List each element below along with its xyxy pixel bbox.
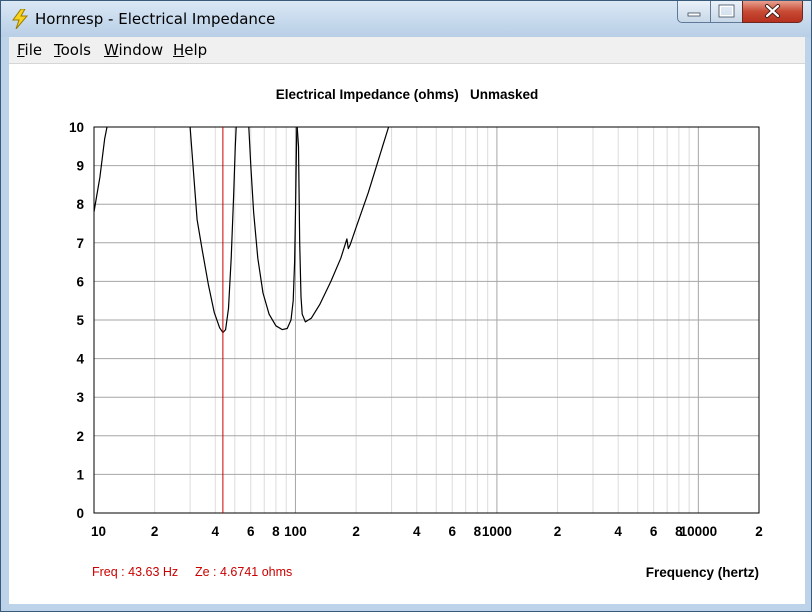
menu-bar: File Tools Window Help xyxy=(9,37,805,64)
x-axis-label: Frequency (hertz) xyxy=(646,565,759,580)
freq-readout: Freq : 43.63 Hz xyxy=(92,565,178,579)
x-tick-label: 6 xyxy=(247,524,255,539)
title-bar[interactable]: Hornresp - Electrical Impedance xyxy=(1,1,811,37)
y-tick-label: 8 xyxy=(76,197,84,212)
y-tick-label: 4 xyxy=(76,352,84,367)
x-tick-label: 6 xyxy=(448,524,456,539)
impedance-curve-segment xyxy=(248,126,298,331)
x-tick-label: 8 xyxy=(272,524,280,539)
y-tick-label: 3 xyxy=(76,390,84,405)
chart-client-area: Electrical Impedance (ohms) Unmasked 0 1 2… xyxy=(9,64,805,604)
menu-help[interactable]: Help xyxy=(173,41,207,59)
x-tick-label: 2 xyxy=(151,524,159,539)
impedance-curve-segment xyxy=(189,126,237,334)
x-tick-label: 2 xyxy=(554,524,562,539)
x-tick-label: 4 xyxy=(614,524,622,539)
maximize-icon xyxy=(718,4,735,18)
x-tick-label: 100 xyxy=(284,524,307,539)
x-axis-tick-labels: 10 2 4 6 8 100 2 4 6 8 1000 2 4 6 810000 2 xyxy=(91,524,763,539)
x-tick-label: 10000 xyxy=(680,524,718,539)
menu-window[interactable]: Window xyxy=(104,41,163,59)
app-window: Hornresp - Electrical Impedance File Too… xyxy=(0,0,812,612)
x-tick-label: 2 xyxy=(352,524,360,539)
close-button[interactable] xyxy=(742,1,803,23)
y-tick-label: 7 xyxy=(76,236,84,251)
x-tick-label: 8 xyxy=(474,524,482,539)
x-tick-label: 1000 xyxy=(482,524,512,539)
impedance-curve-segment xyxy=(93,126,108,212)
x-tick-label: 10 xyxy=(91,524,106,539)
minimize-button[interactable] xyxy=(677,1,711,23)
x-tick-label: 4 xyxy=(413,524,421,539)
chart-grid xyxy=(93,126,760,514)
menu-file[interactable]: File xyxy=(17,41,42,59)
impedance-curves xyxy=(93,126,390,334)
chart-title: Electrical Impedance (ohms) Unmasked xyxy=(276,87,539,102)
window-title: Hornresp - Electrical Impedance xyxy=(35,10,276,28)
y-tick-label: 6 xyxy=(76,274,84,289)
x-tick-label: 4 xyxy=(212,524,220,539)
x-tick-label: 6 xyxy=(650,524,658,539)
impedance-chart[interactable]: Electrical Impedance (ohms) Unmasked 0 1 2… xyxy=(9,64,805,604)
y-tick-label: 5 xyxy=(76,313,84,328)
impedance-readout: Ze : 4.6741 ohms xyxy=(195,565,292,579)
close-icon xyxy=(765,4,780,18)
y-tick-label: 9 xyxy=(76,159,84,174)
impedance-curve-segment xyxy=(296,126,390,323)
lightning-bolt-icon xyxy=(12,9,29,29)
x-tick-label: 2 xyxy=(755,524,763,539)
y-tick-label: 10 xyxy=(69,120,84,135)
y-tick-label: 1 xyxy=(76,467,84,482)
y-axis-tick-labels: 0 1 2 3 4 5 6 7 8 9 10 xyxy=(69,120,85,521)
y-tick-label: 0 xyxy=(76,506,84,521)
y-tick-label: 2 xyxy=(76,429,84,444)
menu-tools[interactable]: Tools xyxy=(54,41,91,59)
maximize-button[interactable] xyxy=(710,1,743,23)
minimize-icon xyxy=(687,12,701,17)
